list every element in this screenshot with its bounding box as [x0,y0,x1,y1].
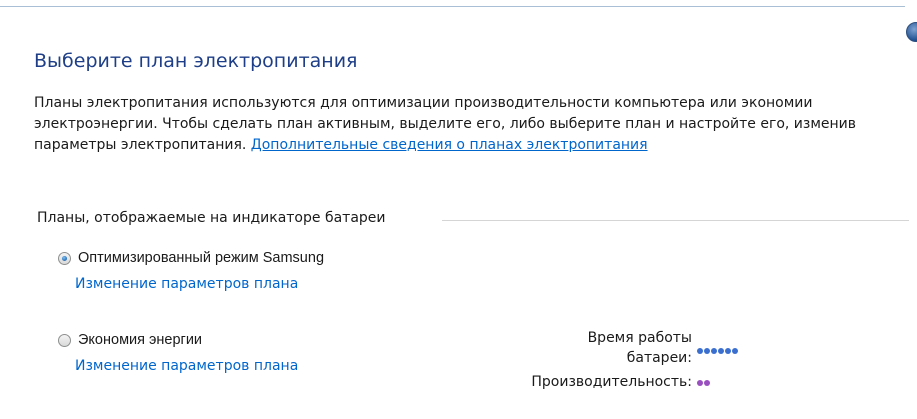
plan-power-saver: Экономия энергии Изменение параметров пл… [58,332,478,382]
plans-group-label: Планы, отображаемые на индикаторе батаре… [37,210,396,226]
plan-samsung-radio[interactable] [58,252,71,265]
page-title: Выберите план электропитания [34,50,358,72]
battery-rating-dot [732,348,738,354]
plan-power-saver-name[interactable]: Экономия энергии [78,332,202,348]
plan-samsung-name[interactable]: Оптимизированный режим Samsung [78,250,324,266]
battery-rating-dot [697,348,703,354]
plans-group-header: Планы, отображаемые на индикаторе батаре… [37,210,909,230]
plan-samsung-change-link[interactable]: Изменение параметров плана [75,276,298,292]
top-divider [0,6,905,7]
plan-power-saver-radio[interactable] [58,334,71,347]
battery-rating-dot [718,348,724,354]
battery-life-rating [697,348,738,354]
performance-rating-dot [697,380,703,386]
help-icon[interactable] [906,22,917,42]
performance-label: Производительность: [531,374,692,390]
plan-samsung-optimized: Оптимизированный режим Samsung Изменение… [58,250,478,300]
battery-life-label-line2: батареи: [626,350,692,366]
battery-rating-dot [725,348,731,354]
intro-text: Планы электропитания используются для оп… [34,93,874,156]
battery-rating-dot [711,348,717,354]
more-info-link[interactable]: Дополнительные сведения о планах электро… [251,137,648,153]
performance-rating-dot [704,380,710,386]
battery-rating-dot [704,348,710,354]
performance-rating [697,380,710,386]
plan-power-saver-change-link[interactable]: Изменение параметров плана [75,358,298,374]
group-divider [442,220,909,221]
battery-life-label-line1: Время работы [587,330,692,346]
